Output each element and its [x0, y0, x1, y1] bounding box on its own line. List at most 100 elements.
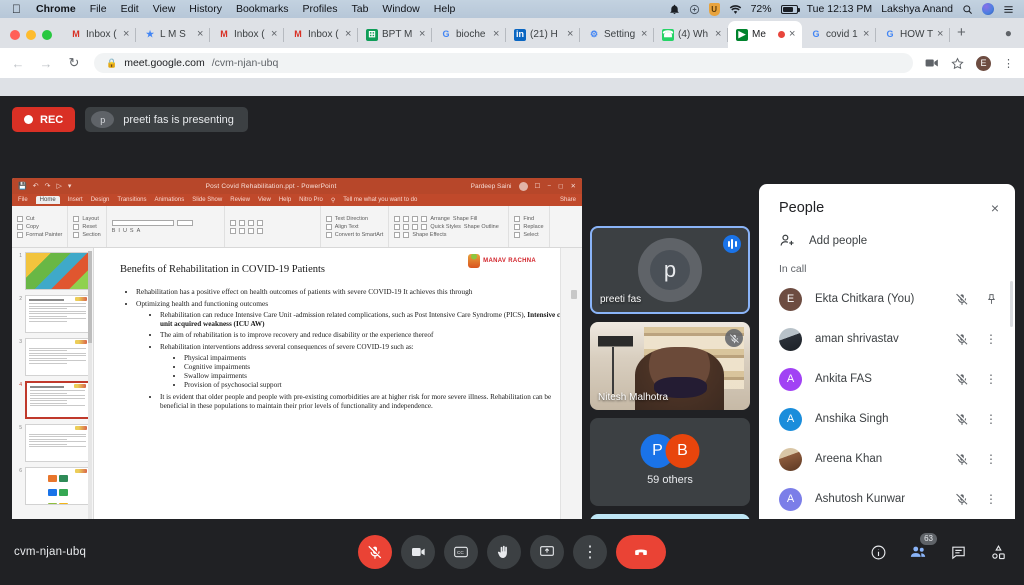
cut-label[interactable]: Cut [26, 216, 35, 222]
ribbon-tab-help[interactable]: Help [279, 197, 291, 203]
present-button[interactable] [530, 535, 564, 569]
tab-google-meet[interactable]: ▶ Me × [728, 21, 802, 48]
ribbon-tab-view[interactable]: View [258, 197, 271, 203]
new-slide-icon[interactable] [73, 215, 80, 222]
slide-thumbnail-4[interactable] [25, 381, 90, 419]
tab-whatsapp[interactable]: ☎ (4) Wh × [654, 21, 728, 48]
align-center-icon[interactable] [238, 227, 245, 234]
bookmark-star-icon[interactable] [951, 57, 964, 70]
address-bar[interactable]: 🔒 meet.google.com/cvm-njan-ubq [94, 53, 913, 73]
text-direction-label[interactable]: Text Direction [335, 216, 368, 222]
chrome-menu-icon[interactable]: ⋮ [1003, 57, 1014, 70]
tab-close-icon[interactable]: × [271, 29, 280, 40]
tab-close-icon[interactable]: × [419, 29, 428, 40]
slide-thumbnail-1[interactable] [25, 252, 90, 290]
thumbnail-row[interactable]: 6 [15, 467, 90, 505]
tab-close-icon[interactable]: × [715, 29, 724, 40]
format-painter-icon[interactable] [17, 231, 23, 238]
tab-close-icon[interactable]: × [493, 29, 502, 40]
restore-icon[interactable]: ◻ [558, 182, 563, 190]
people-scrollbar[interactable] [1010, 281, 1013, 327]
section-label[interactable]: Section [82, 232, 100, 238]
qat-chevron-down-icon[interactable]: ▾ [68, 182, 72, 190]
maximize-window-button[interactable] [42, 30, 52, 40]
reload-button[interactable]: ↻ [66, 55, 82, 71]
redo-icon[interactable]: ↷ [45, 182, 51, 190]
more-vertical-icon[interactable]: ⋮ [983, 373, 999, 385]
italic-button[interactable]: I [118, 228, 120, 234]
shape-polyline-icon[interactable] [403, 231, 410, 238]
menu-edit[interactable]: Edit [114, 3, 146, 15]
camera-button[interactable] [401, 535, 435, 569]
participant-tile-preeti-fas[interactable]: p preeti fas [590, 226, 750, 314]
thumbnail-scrollbar[interactable] [88, 251, 92, 559]
section-icon[interactable] [73, 231, 80, 238]
copy-label[interactable]: Copy [26, 224, 39, 230]
siri-icon[interactable] [982, 3, 994, 15]
shape-fill-label[interactable]: Shape Fill [453, 216, 477, 222]
ribbon-tab-file[interactable]: File [18, 197, 28, 203]
tab-lms[interactable]: ★ L M S × [136, 21, 210, 48]
shape-triangle-icon[interactable] [394, 223, 401, 230]
tab-bpt[interactable]: ⊞ BPT M × [358, 21, 432, 48]
forward-button[interactable]: → [38, 56, 54, 71]
raise-hand-button[interactable] [487, 535, 521, 569]
numbering-icon[interactable] [238, 219, 245, 226]
presenting-banner[interactable]: p preeti fas is presenting [85, 107, 248, 132]
tab-inbox-1[interactable]: M Inbox ( × [62, 21, 136, 48]
tab-inbox-3[interactable]: M Inbox ( × [284, 21, 358, 48]
tab-search-icon[interactable]: ● [1005, 26, 1024, 48]
ribbon-tab-home[interactable]: Home [35, 196, 60, 204]
list-item[interactable]: A Ankita FAS ⋮ [759, 359, 1015, 399]
copy-icon[interactable] [17, 223, 23, 230]
replace-icon[interactable] [514, 223, 521, 230]
more-vertical-icon[interactable]: ⋮ [983, 453, 999, 465]
quick-access-toolbar[interactable]: 💾 ↶ ↷ ▷ ▾ [18, 182, 71, 190]
quick-styles-label[interactable]: Quick Styles [430, 224, 461, 230]
shape-arrow-icon[interactable] [412, 215, 419, 222]
participant-tile-nitesh-malhotra[interactable]: Nitesh Malhotra [590, 322, 750, 410]
tab-close-icon[interactable]: × [789, 29, 798, 40]
bell-icon[interactable] [669, 4, 680, 15]
arrange-label[interactable]: Arrange [430, 216, 450, 222]
align-left-icon[interactable] [229, 227, 236, 234]
menu-bookmarks[interactable]: Bookmarks [229, 3, 296, 15]
underline-button[interactable]: U [123, 228, 127, 234]
menubar-username[interactable]: Lakshya Anand [881, 3, 953, 15]
tab-biochem[interactable]: G bioche × [432, 21, 506, 48]
ribbon-tab-animations[interactable]: Animations [155, 197, 185, 203]
more-vertical-icon[interactable]: ⋮ [983, 493, 999, 505]
select-icon[interactable] [514, 231, 521, 238]
close-window-button[interactable] [10, 30, 20, 40]
ribbon-tab-review[interactable]: Review [230, 197, 250, 203]
slide-thumbnail-3[interactable] [25, 338, 90, 376]
reset-label[interactable]: Reset [82, 224, 96, 230]
format-painter-label[interactable]: Format Painter [26, 232, 62, 238]
menu-file[interactable]: File [83, 3, 114, 15]
ribbon-tab-slide-show[interactable]: Slide Show [192, 197, 222, 203]
ribbon-tab-transitions[interactable]: Transitions [117, 197, 146, 203]
paste-icon[interactable] [17, 215, 23, 222]
tab-covid[interactable]: G covid 1 × [802, 21, 876, 48]
shape-star-icon[interactable] [421, 223, 428, 230]
more-vertical-icon[interactable]: ⋮ [983, 413, 999, 425]
recording-badge[interactable]: REC [12, 107, 76, 132]
list-item[interactable]: A Ashutosh Kunwar ⋮ [759, 479, 1015, 519]
participant-tile-overflow[interactable]: P B 59 others [590, 418, 750, 506]
menu-view[interactable]: View [146, 3, 183, 15]
slide-thumbnail-6[interactable] [25, 467, 90, 505]
share-button[interactable]: Share [560, 197, 576, 203]
ribbon-tab-nitro-pro[interactable]: Nitro Pro [299, 197, 323, 203]
align-right-icon[interactable] [247, 227, 254, 234]
select-label[interactable]: Select [523, 232, 538, 238]
font-color-button[interactable]: A [137, 228, 141, 234]
shape-freeform-icon[interactable] [394, 231, 401, 238]
text-direction-icon[interactable] [325, 215, 332, 222]
menu-tab[interactable]: Tab [344, 3, 375, 15]
menubar-clock[interactable]: Tue 12:13 PM [807, 3, 873, 15]
shape-line-icon[interactable] [403, 215, 410, 222]
bold-button[interactable]: B [112, 228, 116, 234]
back-button[interactable]: ← [10, 56, 26, 71]
menu-help[interactable]: Help [427, 3, 463, 15]
list-item[interactable]: E Ekta Chitkara (You) [759, 279, 1015, 319]
